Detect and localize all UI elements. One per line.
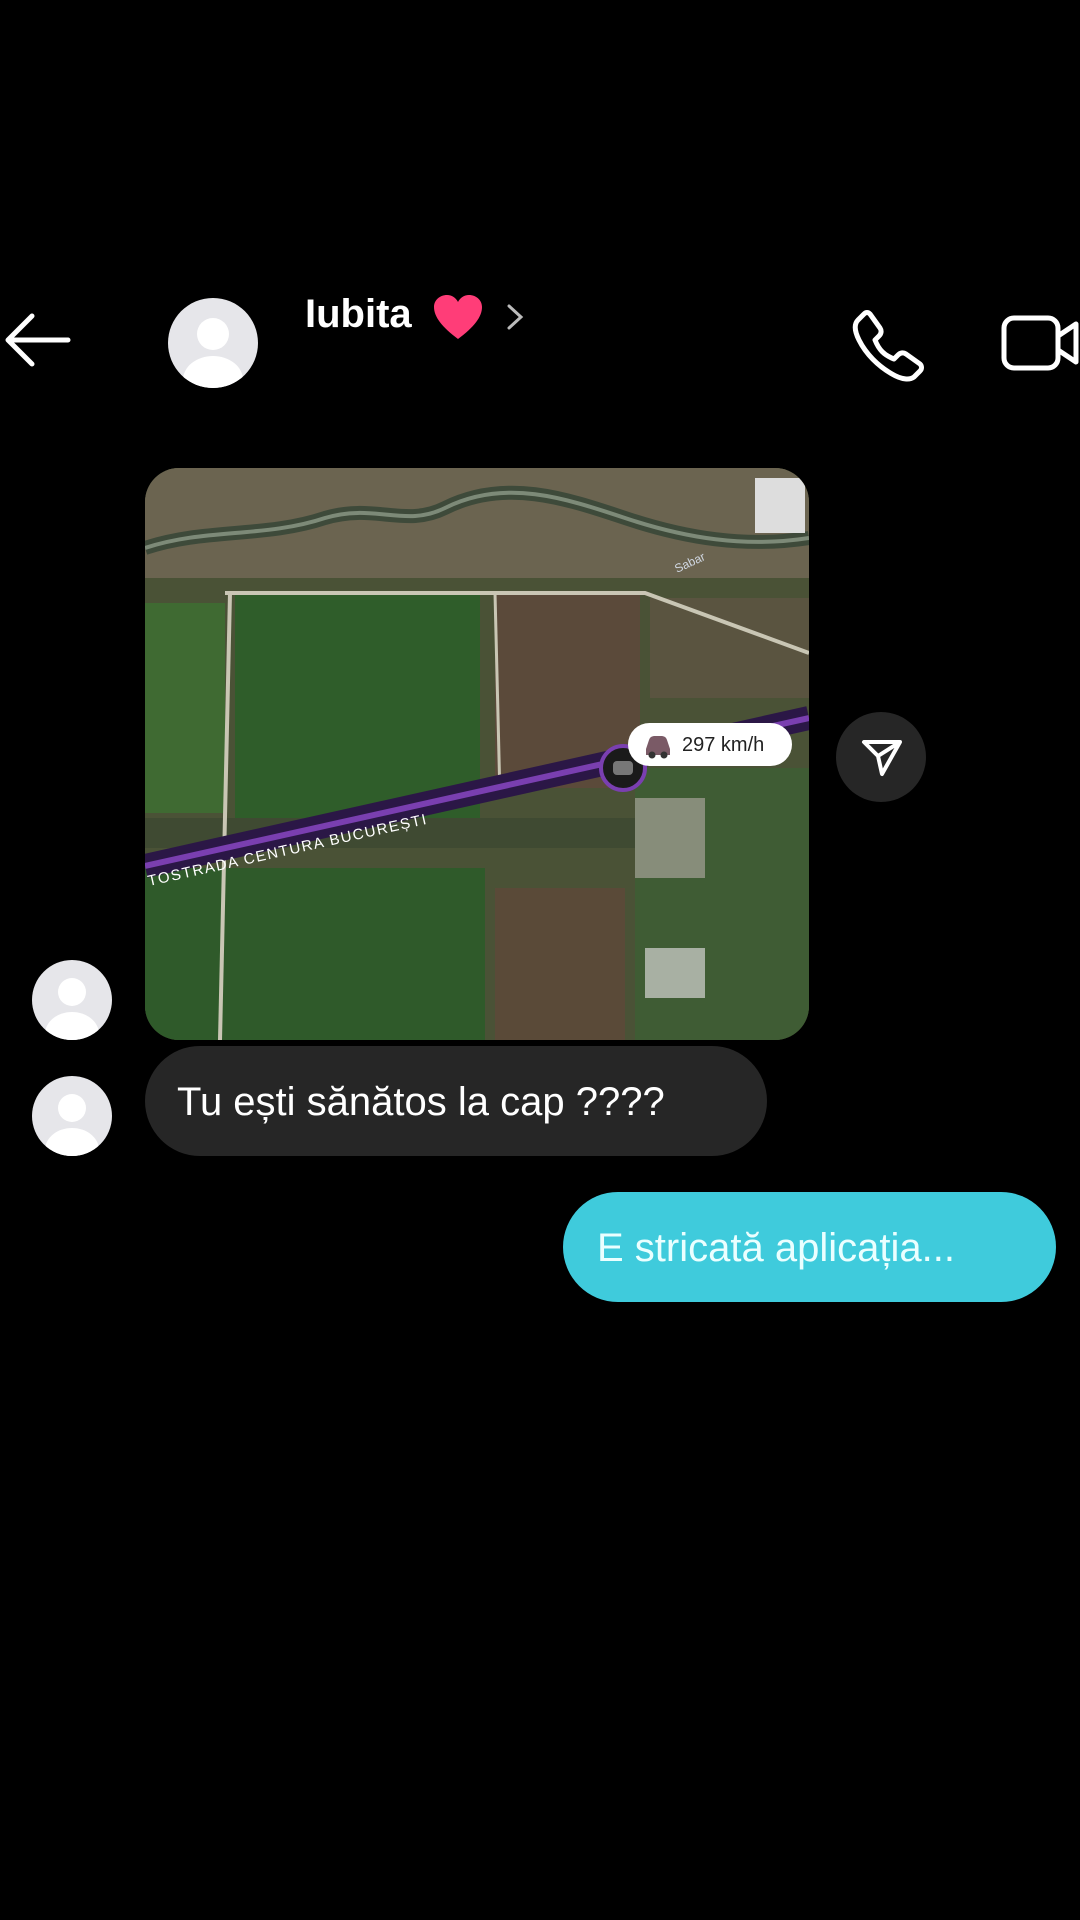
video-camera-icon	[1001, 315, 1079, 371]
send-icon	[862, 740, 902, 776]
phone-icon	[852, 310, 924, 382]
message-text: Tu ești sănătos la cap ????	[177, 1080, 665, 1124]
heart-icon	[432, 293, 484, 341]
default-avatar-icon	[45, 978, 99, 1040]
sender-avatar[interactable]	[32, 1076, 112, 1156]
share-button[interactable]	[836, 712, 926, 802]
speed-badge: 297 km/h	[628, 723, 792, 766]
call-button[interactable]	[852, 308, 926, 382]
speed-value: 297 km/h	[682, 734, 765, 756]
map-screenshot-image[interactable]: TOSTRADA CENTURA BUCUREȘTI Sabar 297 km/…	[145, 468, 809, 1040]
message-text: E stricată aplicația...	[597, 1226, 955, 1270]
incoming-message-bubble[interactable]: Tu ești sănătos la cap ????	[145, 1046, 767, 1156]
back-button[interactable]	[0, 300, 80, 380]
video-call-button[interactable]	[1000, 310, 1080, 376]
back-arrow-icon	[5, 313, 71, 367]
contact-name[interactable]: Iubita	[305, 292, 412, 337]
outgoing-message-bubble[interactable]: E stricată aplicația...	[563, 1192, 1056, 1302]
car-icon	[646, 736, 670, 759]
default-avatar-icon	[183, 318, 243, 388]
sender-avatar[interactable]	[32, 960, 112, 1040]
contact-avatar[interactable]	[168, 298, 258, 388]
chevron-right-icon[interactable]	[503, 300, 527, 334]
default-avatar-icon	[45, 1094, 99, 1156]
